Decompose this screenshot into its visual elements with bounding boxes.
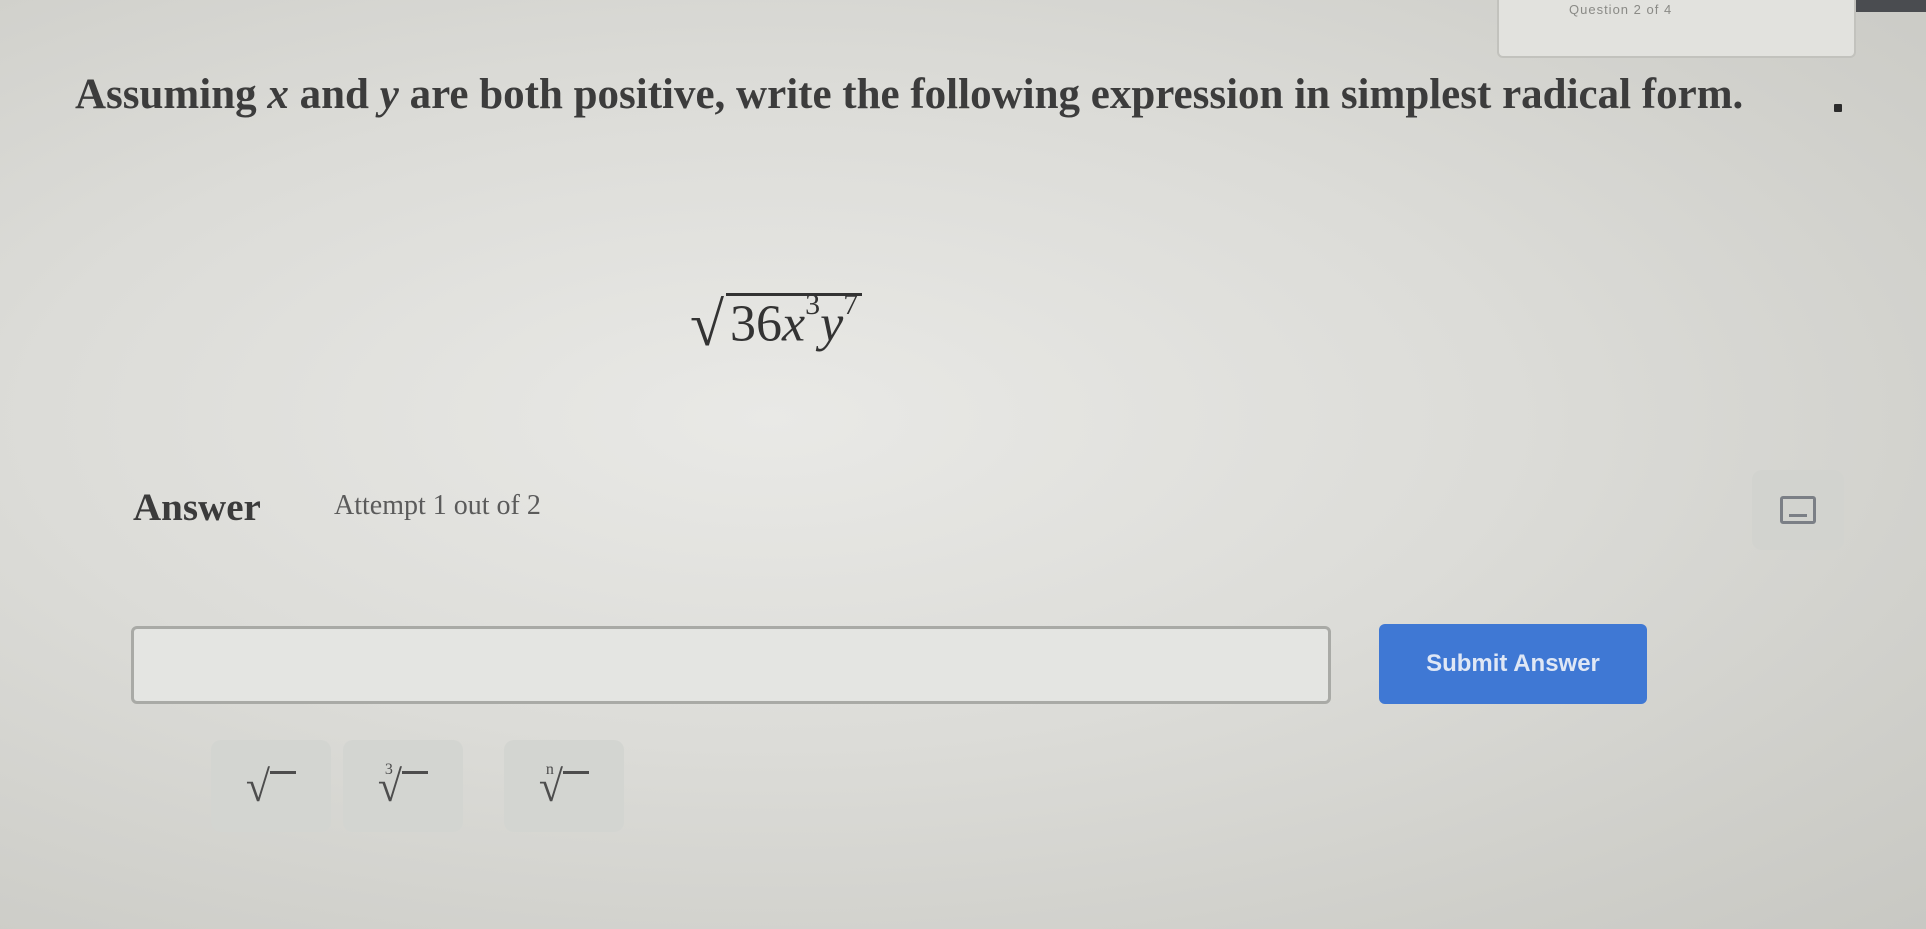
question-text: Assuming x and y are both positive, writ… xyxy=(75,71,1744,118)
mouse-cursor xyxy=(1834,104,1842,112)
nth-root-icon: n √ xyxy=(539,761,590,812)
question-progress-text: Question 2 of 4 xyxy=(1569,2,1673,17)
question-progress-tab: Question 2 of 4 xyxy=(1497,0,1856,58)
exponent-x: 3 xyxy=(805,287,821,321)
answer-label: Answer xyxy=(133,486,261,529)
answer-input[interactable] xyxy=(131,626,1331,704)
cube-root-button[interactable]: 3 √ xyxy=(343,740,463,832)
radical-expression: √ 36x3y7 xyxy=(690,270,863,356)
keyboard-icon xyxy=(1780,496,1816,524)
nth-root-button[interactable]: n √ xyxy=(504,740,624,832)
exponent-y: 7 xyxy=(843,287,859,321)
square-root-icon: √ xyxy=(246,761,297,812)
radical-sign: √ xyxy=(690,291,725,359)
square-root-button[interactable]: √ xyxy=(211,740,331,832)
submit-answer-button[interactable]: Submit Answer xyxy=(1379,624,1647,704)
coefficient: 36 xyxy=(730,295,783,352)
variable-y: y xyxy=(379,71,399,118)
keyboard-toggle-button[interactable] xyxy=(1752,470,1844,550)
base-x: x xyxy=(782,295,806,352)
base-y: y xyxy=(820,295,844,352)
variable-x: x xyxy=(267,71,289,118)
attempt-counter: Attempt 1 out of 2 xyxy=(334,490,541,521)
radicand: 36x3y7 xyxy=(726,289,863,352)
cube-root-icon: 3 √ xyxy=(378,761,429,812)
